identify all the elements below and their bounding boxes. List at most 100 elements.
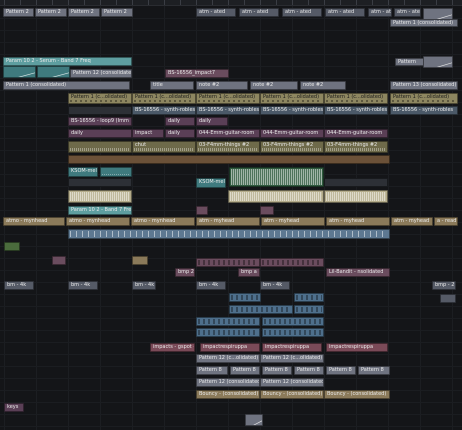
clip-pattern-1-consolidated[interactable]: Pattern 1 (c...olidated) [196, 93, 260, 104]
clip-ksom[interactable]: KSOM-mel [68, 167, 98, 177]
clip-atmo-mynhead[interactable]: atmo - mynhead [3, 217, 65, 226]
clip-minor-things[interactable]: 03-F4mm-things #2 [324, 141, 388, 153]
clip-pattern-1-consolidated[interactable]: Pattern 1 (c...olidated) [260, 93, 324, 104]
clip-pattern-2[interactable]: Pattern 2 [101, 8, 133, 17]
clip-pattern-2[interactable]: Pattern 2 [68, 8, 100, 17]
clip-pattern-2[interactable]: Pattern 2 [3, 8, 34, 17]
clip-pattern-12-small[interactable]: Pattern 12 (consolidated) [196, 378, 260, 387]
clip-title[interactable]: title [150, 81, 194, 90]
clip-bs-loop[interactable]: BS-16556 - loop9 (Imm [68, 117, 132, 126]
clip-ksom[interactable]: KSOM-mel [196, 178, 226, 188]
clip-atm-myhead[interactable]: atm - myhead [326, 217, 390, 226]
arrangement-view[interactable]: Pattern 2 Pattern 2 Pattern 2 Pattern 2 … [0, 0, 462, 430]
clip-param-band[interactable]: Param 10 2 - Band 7 Freq [68, 206, 132, 215]
clip-atm-ated[interactable]: atm - ated [368, 8, 392, 17]
clip-bs-synth[interactable]: BS-16556 - synth-robles [324, 106, 388, 115]
clip-lil-bandit[interactable]: Lil-Bandit - nsolidated [326, 268, 390, 277]
clip-ksom-dark[interactable] [324, 178, 388, 187]
clip-consolidated-pattern[interactable]: Pattern 1 (consolidated) [3, 81, 130, 90]
clip-daily[interactable]: daily [165, 129, 195, 138]
clip-pattern-8[interactable]: Pattern 8 [326, 366, 356, 375]
clip-atm-myhead[interactable]: atm - myhead [261, 217, 325, 226]
clip-blue[interactable] [262, 317, 324, 326]
clip-blue[interactable] [262, 328, 324, 337]
clip-atm-ated[interactable]: atm - ated [394, 8, 421, 17]
clip-small-tan[interactable] [132, 256, 148, 265]
clip-automation-small[interactable] [245, 414, 263, 426]
clip-impacts-respi[interactable]: impactrespiruppa [262, 343, 322, 352]
clip-guitar-room[interactable]: 044-Emm-guitar-room [324, 129, 388, 138]
clip-impacts-gspot[interactable]: impacts - gspot #2 [150, 343, 195, 352]
clip-pattern-1-consolidated[interactable]: Pattern 1 (c...olidated) [390, 93, 458, 104]
clip-bouncy[interactable]: Bouncy - (consolidated) [324, 390, 390, 399]
clip-note[interactable]: note #2 [196, 81, 248, 90]
clip-blue[interactable] [196, 328, 260, 337]
clip-atm-ated[interactable]: atm - ated [196, 8, 236, 17]
clip-blue[interactable] [196, 317, 260, 326]
clip-chut-left[interactable] [68, 141, 132, 153]
clip-green-audio[interactable] [229, 167, 324, 187]
clip-guitar-room[interactable]: 044-Emm-guitar-room [196, 129, 260, 138]
clip-small-gray[interactable] [440, 294, 456, 303]
clip-keys[interactable]: keys [4, 403, 24, 412]
clip-pattern-row[interactable] [68, 106, 132, 115]
clip-pattern-12-cons[interactable]: Pattern 12 (c...olidated) #2 [196, 354, 260, 363]
clip-small-green[interactable] [4, 242, 20, 251]
clip-bmp-a[interactable] [196, 258, 260, 267]
clip-chut[interactable]: chut [132, 141, 196, 153]
clip-minor-things[interactable]: 03-F4mm-things #2 [196, 141, 260, 153]
clip-automation[interactable] [3, 66, 36, 78]
clip-blue[interactable] [294, 305, 324, 314]
clip-pattern-13[interactable]: Pattern 13 (consolidated) [390, 81, 458, 90]
clip-impacts-respi[interactable]: impactrespiruppa [200, 343, 260, 352]
clip-bs-synth[interactable]: BS-16556 - synth-robles [390, 106, 458, 115]
clip-bmp-a[interactable]: bmp a [238, 268, 260, 277]
clip-pattern-8[interactable]: Pattern 8 [358, 366, 390, 375]
clip-pattern-1-consolidated[interactable]: Pattern 1 (c...olidated) [68, 93, 132, 104]
clip-pattern-12-small[interactable]: Pattern 12 (consolidated) [260, 378, 324, 387]
clip-blue[interactable] [294, 293, 324, 302]
clip-ksom-dark[interactable] [68, 178, 132, 187]
clip-daily[interactable]: daily [196, 117, 228, 126]
clip-bm-4k[interactable]: bm - 4k [132, 281, 156, 290]
clip-a-read[interactable]: a - read [434, 217, 458, 226]
clip-bouncy[interactable]: Bouncy - (consolidated) [260, 390, 324, 399]
clip-pattern-1-consolidated[interactable]: Pattern 1 (consolidated) [390, 19, 458, 27]
clip-blue[interactable] [229, 293, 261, 302]
clip-bs-synth[interactable]: BS-16556 - synth-robles [196, 106, 260, 115]
clip-automation-right[interactable] [423, 56, 453, 68]
clip-atm-myhead[interactable]: atm - myhead [196, 217, 260, 226]
clip-daily[interactable]: daily [165, 117, 195, 126]
clip-audio-waves[interactable] [228, 190, 324, 203]
clip-note[interactable]: note #2 [250, 81, 298, 90]
clip-bmp-2[interactable]: bmp 2 [175, 268, 195, 277]
clip-audio-waves[interactable] [68, 190, 132, 203]
clip-stripe[interactable] [68, 155, 390, 164]
clip-atm-ated[interactable]: atm - ated [239, 8, 279, 17]
clip-bouncy[interactable]: Bouncy - (consolidated) [196, 390, 260, 399]
clip-pattern-12-consolidated[interactable]: Pattern 12 (consolidated) 4 [70, 69, 132, 78]
clip-ksom[interactable] [100, 167, 132, 177]
clip-bs-synth[interactable]: BS-16556 - synth-robles [260, 106, 324, 115]
clip-pattern-8[interactable]: Pattern 8 [196, 366, 228, 375]
clip-impact[interactable]: impact [132, 129, 164, 138]
clip-atm-ated[interactable]: atm - ated [282, 8, 322, 17]
clip-bs-impact[interactable]: BS-16556_impact7 [165, 69, 229, 78]
clip-impacts-respi[interactable]: impactrespiruppa [326, 343, 388, 352]
clip-param-serum[interactable]: Param 10 2 - Serum - Band 7 Freq [3, 57, 132, 66]
clip-bmp-a[interactable] [260, 258, 324, 267]
clip-audio-waves[interactable] [324, 190, 388, 203]
clip-small[interactable] [260, 206, 274, 215]
clip-atmo-mynhead[interactable]: atmo - mynhead [131, 217, 195, 226]
clip-minor-things[interactable]: 03-F4mm-things #2 [260, 141, 324, 153]
clip-chevron-row[interactable] [68, 229, 390, 239]
clip-atm-ated[interactable]: atm - ated [325, 8, 365, 17]
clip-pattern-8[interactable]: Pattern 8 [230, 366, 260, 375]
timeline-ruler[interactable] [0, 0, 462, 6]
clip-daily[interactable]: daily [68, 129, 132, 138]
clip-bm-4k[interactable]: bm - 4k [196, 281, 226, 290]
clip-small-mauve[interactable] [52, 256, 66, 265]
clip-pattern-8[interactable]: Pattern 8 [262, 366, 292, 375]
clip-bmp-2[interactable]: bmp - 2 [432, 281, 456, 290]
clip-pattern-2[interactable]: Pattern 2 [35, 8, 67, 17]
